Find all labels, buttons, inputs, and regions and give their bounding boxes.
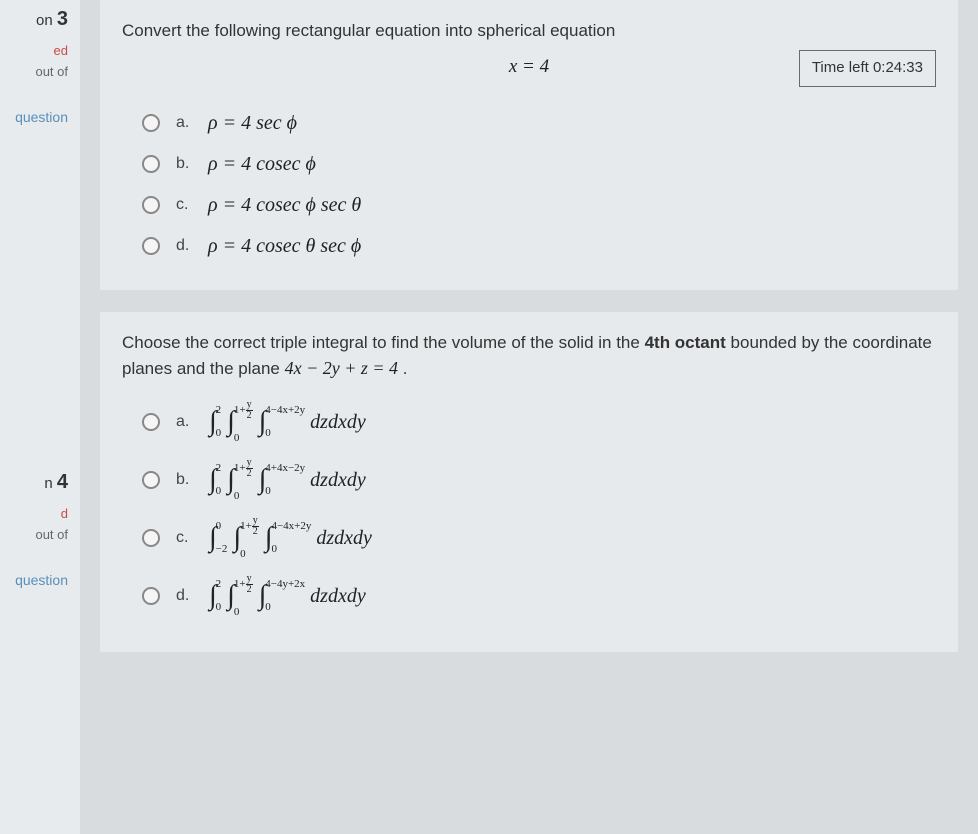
option-label: b. [176,471,194,489]
option-c[interactable]: c. ρ = 4 cosec ϕ sec θ [142,190,936,221]
option-math: ∫20 ∫1+y20 ∫4−4y+2x0 dzdxdy [208,580,366,612]
question-4-block: Choose the correct triple integral to fi… [100,312,958,653]
sidebar-question-4: n 4 d out of question [0,463,80,596]
question-number-value: 3 [57,8,68,30]
option-math: ρ = 4 cosec ϕ [208,153,316,176]
answer-status: ed [4,43,76,58]
question-number-value: 4 [57,471,68,493]
quiz-timer: Time left 0:24:33 [799,50,936,87]
option-math: ρ = 4 cosec ϕ sec θ [208,194,361,217]
option-label: c. [176,529,194,547]
stem-text: Convert the following rectangular equati… [122,21,615,40]
option-b[interactable]: b. ∫20 ∫1+y20 ∫4+4x−2y0 dzdxdy [142,460,936,500]
question-prefix: on [36,12,53,29]
differentials: dzdxdy [310,469,366,492]
radio-icon[interactable] [142,471,160,489]
flag-question-link[interactable]: question [4,109,76,125]
option-math: ρ = 4 cosec θ sec ϕ [208,235,361,258]
question-nav-sidebar: on 3 ed out of question n 4 d out of que… [0,0,80,834]
radio-icon[interactable] [142,529,160,547]
answer-options: a. ∫20 ∫1+y20 ∫4−4x+2y0 dzdxdy b. ∫20 ∫1… [142,402,936,616]
stem-bold: 4th octant [645,333,726,352]
option-math: ∫20 ∫1+y20 ∫4+4x−2y0 dzdxdy [208,464,366,496]
equation-text: x = 4 [509,56,549,77]
flag-question-link[interactable]: question [4,572,76,588]
radio-icon[interactable] [142,196,160,214]
question-number: on 3 [4,8,76,31]
option-b[interactable]: b. ρ = 4 cosec ϕ [142,149,936,180]
option-label: c. [176,196,194,214]
radio-icon[interactable] [142,237,160,255]
differentials: dzdxdy [316,527,372,550]
plane-equation: 4x − 2y + z = 4 [285,355,398,382]
stem-period: . [398,359,407,378]
radio-icon[interactable] [142,413,160,431]
stem-text-1: Choose the correct triple integral to fi… [122,333,645,352]
question-number: n 4 [4,471,76,494]
option-a[interactable]: a. ∫20 ∫1+y20 ∫4−4x+2y0 dzdxdy [142,402,936,442]
marks-label: out of [4,64,76,79]
answer-status: d [4,506,76,521]
option-a[interactable]: a. ρ = 4 sec ϕ [142,108,936,139]
radio-icon[interactable] [142,155,160,173]
option-d[interactable]: d. ∫20 ∫1+y20 ∫4−4y+2x0 dzdxdy [142,576,936,616]
answer-options: a. ρ = 4 sec ϕ b. ρ = 4 cosec ϕ c. ρ = 4… [142,108,936,262]
option-label: a. [176,413,194,431]
option-label: d. [176,237,194,255]
option-label: a. [176,114,194,132]
main-content: Convert the following rectangular equati… [80,0,978,834]
question-stem: Convert the following rectangular equati… [122,18,936,44]
radio-icon[interactable] [142,587,160,605]
option-label: d. [176,587,194,605]
question-stem: Choose the correct triple integral to fi… [122,330,936,383]
differentials: dzdxdy [310,585,366,608]
sidebar-question-3: on 3 ed out of question [0,0,80,133]
option-d[interactable]: d. ρ = 4 cosec θ sec ϕ [142,231,936,262]
radio-icon[interactable] [142,114,160,132]
option-c[interactable]: c. ∫0−2 ∫1+y20 ∫4−4x+2y0 dzdxdy [142,518,936,558]
marks-label: out of [4,527,76,542]
differentials: dzdxdy [310,411,366,434]
option-label: b. [176,155,194,173]
question-3-block: Convert the following rectangular equati… [100,0,958,290]
option-math: ∫0−2 ∫1+y20 ∫4−4x+2y0 dzdxdy [208,522,372,554]
option-math: ρ = 4 sec ϕ [208,112,297,135]
question-prefix: n [44,475,52,492]
option-math: ∫20 ∫1+y20 ∫4−4x+2y0 dzdxdy [208,406,366,438]
